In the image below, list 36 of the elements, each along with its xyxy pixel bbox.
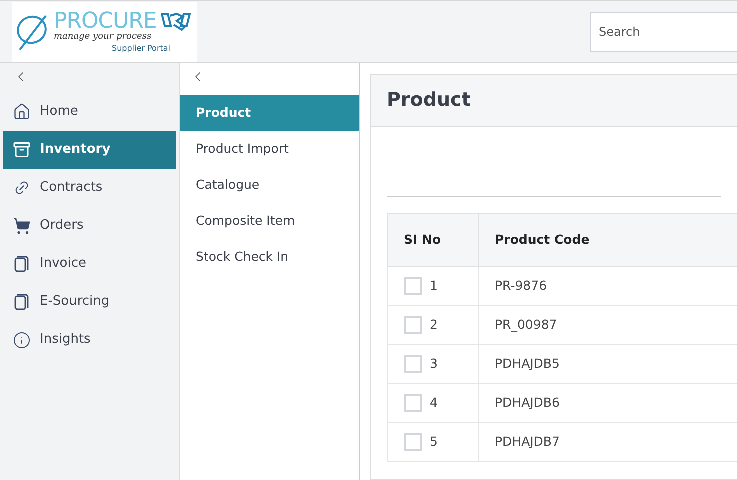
- document-icon: [14, 293, 30, 311]
- row-number: 3: [430, 354, 438, 373]
- row-checkbox[interactable]: [404, 394, 422, 412]
- sidebar-item[interactable]: Contracts: [3, 169, 176, 207]
- subnav-item[interactable]: Catalogue: [180, 167, 359, 203]
- sidebar-item[interactable]: Inventory: [3, 131, 176, 169]
- sidebar-item[interactable]: Orders: [3, 207, 176, 245]
- row-checkbox[interactable]: [404, 277, 422, 295]
- subnav-item[interactable]: Product: [180, 95, 359, 131]
- subnav-item[interactable]: Stock Check In: [180, 239, 359, 275]
- sidebar-item[interactable]: Insights: [3, 321, 176, 359]
- logo-subtitle: Supplier Portal: [112, 44, 172, 52]
- row-number: 2: [430, 316, 438, 334]
- sidebar-item[interactable]: Home: [3, 93, 176, 131]
- row-checkbox[interactable]: [404, 355, 422, 373]
- column-header: SI No: [388, 214, 478, 266]
- sidebar-item[interactable]: E-Sourcing: [3, 283, 176, 321]
- home-icon: [13, 103, 31, 121]
- logo-tagline: manage your process: [54, 32, 153, 42]
- archive-icon: [13, 141, 31, 159]
- logo-name: PROCURE: [54, 10, 157, 32]
- row-number: 5: [430, 432, 438, 451]
- handshake-icon: [160, 10, 191, 32]
- subnav-item[interactable]: Composite Item: [180, 203, 359, 239]
- column-header: Product Code: [478, 214, 737, 266]
- row-number: 4: [430, 394, 438, 412]
- page-title: Product: [387, 88, 471, 114]
- search-field[interactable]: Search: [590, 12, 737, 52]
- info-icon: [13, 330, 31, 350]
- row-checkbox[interactable]: [404, 316, 422, 334]
- row-number: 1: [430, 276, 438, 295]
- document-icon: [14, 255, 30, 273]
- sidebar-item[interactable]: Invoice: [3, 245, 176, 283]
- cart-icon: [13, 217, 31, 235]
- row-checkbox[interactable]: [404, 433, 422, 451]
- subnav-item[interactable]: Product Import: [180, 131, 359, 167]
